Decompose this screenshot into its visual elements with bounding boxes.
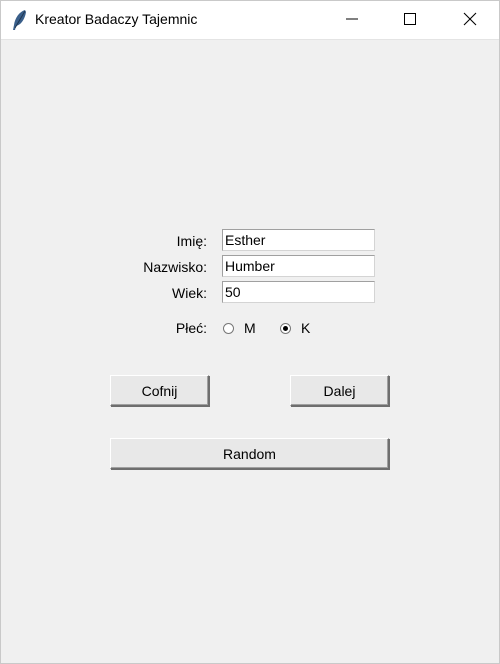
- last-name-input[interactable]: [222, 255, 375, 277]
- close-icon: [463, 12, 477, 29]
- first-name-label: Imię:: [176, 233, 207, 249]
- app-window: Kreator Badaczy Tajemnic Imię: Nazwisko:: [0, 0, 500, 664]
- close-button[interactable]: [447, 1, 493, 39]
- radio-m-indicator[interactable]: [223, 322, 234, 334]
- age-label: Wiek:: [172, 285, 207, 301]
- feather-icon: [10, 9, 30, 31]
- next-button[interactable]: Dalej: [290, 375, 389, 406]
- window-title: Kreator Badaczy Tajemnic: [35, 11, 198, 27]
- maximize-button[interactable]: [387, 1, 433, 39]
- back-button[interactable]: Cofnij: [110, 375, 209, 406]
- minimize-button[interactable]: [329, 1, 375, 39]
- sex-label: Płeć:: [175, 320, 207, 336]
- age-input[interactable]: [222, 281, 375, 303]
- first-name-input[interactable]: [222, 229, 375, 251]
- radio-k-indicator[interactable]: [280, 322, 291, 334]
- radio-k[interactable]: K: [280, 320, 310, 336]
- last-name-label: Nazwisko:: [143, 259, 207, 275]
- title-bar[interactable]: Kreator Badaczy Tajemnic: [1, 1, 499, 40]
- radio-m-label: M: [244, 320, 256, 336]
- minimize-icon: [346, 12, 358, 28]
- random-button[interactable]: Random: [110, 438, 389, 469]
- form-area: Imię: Nazwisko: Wiek: Płeć: M K Cofnij D…: [1, 40, 499, 663]
- radio-m[interactable]: M: [223, 320, 256, 336]
- maximize-icon: [404, 12, 416, 28]
- radio-k-label: K: [301, 320, 311, 336]
